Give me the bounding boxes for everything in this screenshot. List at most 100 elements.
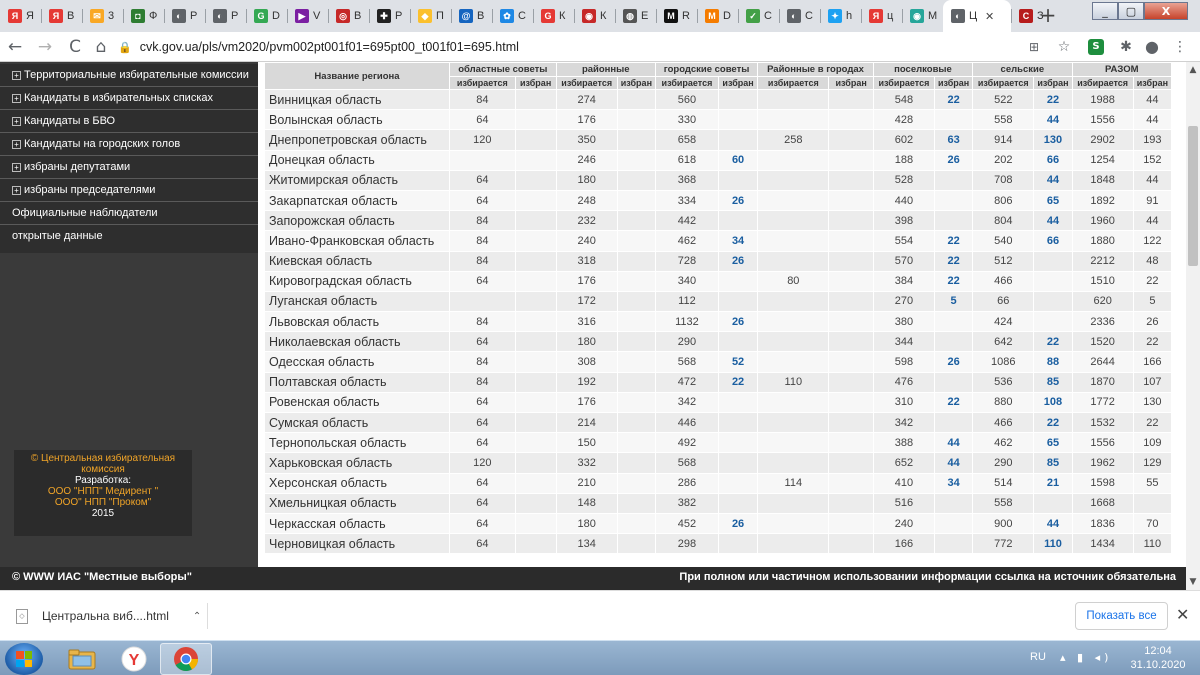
browser-tab[interactable]: Яц	[861, 0, 902, 32]
cell-elected[interactable]: 22	[1033, 88, 1073, 111]
puzzle-extensions-icon[interactable]: ✱	[1116, 37, 1136, 57]
cell-elected[interactable]: 130	[1033, 129, 1073, 151]
region-name-link[interactable]: Черкасская область	[264, 512, 450, 535]
scroll-up-arrow-icon[interactable]: ▲	[1186, 62, 1200, 78]
sidebar-menu-item[interactable]: + избраны председателями	[0, 179, 258, 202]
browser-tab[interactable]: ◐ Ц ✕	[943, 0, 1011, 32]
cell-elected[interactable]: 22	[934, 230, 974, 252]
cell-elected[interactable]: 85	[1033, 371, 1073, 393]
download-item[interactable]: ◇ Центральна виб....html ⌃	[10, 603, 208, 629]
region-name-link[interactable]: Одесская область	[264, 351, 450, 373]
region-name-link[interactable]: Запорожская область	[264, 210, 450, 232]
tab-close-icon[interactable]: ✕	[985, 10, 994, 23]
credits-dev1[interactable]: ООО "НПП" Медирент "	[14, 486, 192, 497]
browser-tab[interactable]: @ В	[451, 0, 492, 32]
region-name-link[interactable]: Днепропетровская область	[264, 129, 450, 151]
restore-button[interactable]: ▢	[1118, 2, 1144, 20]
close-download-bar-icon[interactable]: ✕	[1176, 605, 1189, 624]
taskbar-yandex-browser[interactable]: Y	[108, 643, 160, 675]
cell-elected[interactable]: 22	[717, 371, 759, 393]
browser-tab[interactable]: ◆ П	[410, 0, 451, 32]
region-name-link[interactable]: Полтавская область	[264, 371, 450, 393]
region-name-link[interactable]: Николаевская область	[264, 331, 450, 353]
browser-tab[interactable]: ЯВ	[41, 0, 82, 32]
cell-elected[interactable]: 34	[717, 230, 759, 252]
region-name-link[interactable]: Закарпатская область	[264, 189, 450, 212]
cell-elected[interactable]: 21	[1033, 472, 1073, 494]
cell-elected[interactable]: 44	[1033, 169, 1073, 191]
region-name-link[interactable]: Харьковская область	[264, 452, 450, 474]
expand-plus-icon[interactable]: +	[12, 185, 21, 195]
browser-tab[interactable]: ✦ h	[820, 0, 861, 32]
omnibox[interactable]: 🔒 cvk.gov.ua/pls/vm2020/pvm002pt001f01=6…	[118, 36, 1078, 58]
region-name-link[interactable]: Волынская область	[264, 109, 450, 131]
browser-tab[interactable]: MR	[656, 0, 697, 32]
browser-tab[interactable]: ✓ С	[738, 0, 779, 32]
sidebar-menu-item[interactable]: + Кандидаты в БВО	[0, 110, 258, 133]
cell-elected[interactable]: 65	[1033, 189, 1073, 212]
forward-button[interactable]: →	[34, 36, 56, 58]
cell-elected[interactable]: 22	[934, 88, 974, 111]
scroll-thumb[interactable]	[1188, 126, 1198, 266]
chevron-up-icon[interactable]: ⌃	[193, 611, 201, 622]
menu-kebab-icon[interactable]: ⋮	[1170, 37, 1190, 57]
browser-tab[interactable]: GD	[246, 0, 287, 32]
region-name-link[interactable]: Херсонская область	[264, 472, 450, 494]
new-tab-button[interactable]: +	[1036, 5, 1060, 27]
region-name-link[interactable]: Луганская область	[264, 290, 450, 313]
cell-elected[interactable]: 66	[1033, 149, 1073, 171]
start-button[interactable]	[5, 643, 43, 675]
region-name-link[interactable]: Львовская область	[264, 311, 450, 333]
region-name-link[interactable]: Сумская область	[264, 411, 450, 434]
language-indicator[interactable]: RU	[1030, 651, 1046, 663]
clock[interactable]: 12:04 31.10.2020	[1128, 644, 1188, 672]
browser-tab[interactable]: GК	[533, 0, 574, 32]
sidebar-menu-item[interactable]: + избраны депутатами	[0, 156, 258, 179]
reload-button[interactable]: C	[64, 36, 86, 58]
cell-elected[interactable]: 52	[717, 351, 759, 373]
region-name-link[interactable]: Ровенская область	[264, 391, 450, 414]
cell-elected[interactable]: 108	[1033, 391, 1073, 414]
region-name-link[interactable]: Донецкая область	[264, 149, 450, 171]
browser-tab[interactable]: ✿ С	[492, 0, 533, 32]
region-name-link[interactable]: Черновицкая область	[264, 533, 450, 555]
cell-elected[interactable]: 44	[1033, 210, 1073, 232]
cell-elected[interactable]: 44	[1033, 512, 1073, 535]
cell-elected[interactable]: 22	[1033, 411, 1073, 434]
cell-elected[interactable]: 26	[717, 512, 759, 535]
cell-elected[interactable]: 66	[1033, 230, 1073, 252]
browser-tab[interactable]: ◐ С	[779, 0, 820, 32]
cell-elected[interactable]: 44	[934, 452, 974, 474]
credits-org-line1[interactable]: © Центральная избирательная	[14, 453, 192, 464]
expand-plus-icon[interactable]: +	[12, 139, 21, 149]
cell-elected[interactable]: 60	[717, 149, 759, 171]
expand-plus-icon[interactable]: +	[12, 93, 21, 103]
cell-elected[interactable]: 26	[717, 311, 759, 333]
browser-tab[interactable]: ✚ Р	[369, 0, 410, 32]
browser-tab[interactable]: ◐ Р	[164, 0, 205, 32]
region-name-link[interactable]: Житомирская область	[264, 169, 450, 191]
browser-tab[interactable]: ✉ 3	[82, 0, 123, 32]
region-name-link[interactable]: Винницкая область	[264, 88, 450, 111]
close-window-button[interactable]: X	[1144, 2, 1188, 20]
browser-tab[interactable]: ◉ М	[902, 0, 943, 32]
browser-tab[interactable]: ◎ В	[328, 0, 369, 32]
home-button[interactable]: ⌂	[90, 36, 112, 58]
cell-elected[interactable]: 26	[934, 351, 974, 373]
minimize-button[interactable]: _	[1092, 2, 1118, 20]
credits-org-line2[interactable]: комиссия	[14, 464, 192, 475]
region-name-link[interactable]: Хмельницкая область	[264, 492, 450, 514]
region-name-link[interactable]: Тернопольская область	[264, 432, 450, 454]
cell-elected[interactable]: 26	[717, 250, 759, 272]
browser-tab[interactable]: MD	[697, 0, 738, 32]
tray-icons[interactable]: ▴ ▮ ◂)	[1060, 651, 1112, 664]
cell-elected[interactable]: 22	[934, 270, 974, 292]
browser-tab[interactable]: ◍ Е	[615, 0, 656, 32]
cell-elected[interactable]: 110	[1033, 533, 1073, 555]
sidebar-menu-item[interactable]: + Кандидаты на городских голов	[0, 133, 258, 156]
cell-elected[interactable]: 85	[1033, 452, 1073, 474]
sidebar-menu-item[interactable]: открытые данные	[0, 225, 258, 253]
cell-elected[interactable]: 26	[717, 189, 759, 212]
cell-elected[interactable]: 22	[1033, 331, 1073, 353]
cell-elected[interactable]: 44	[934, 432, 974, 454]
